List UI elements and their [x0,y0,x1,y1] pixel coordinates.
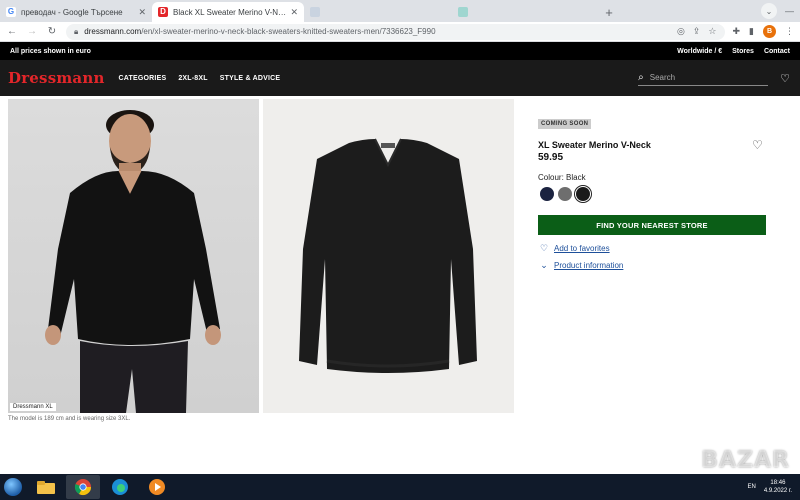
lock-icon[interactable]: 🔒︎ [74,27,78,37]
profile-avatar[interactable]: B [763,25,776,38]
product-photo-model[interactable]: Dressmann XL [8,99,259,413]
nav-categories[interactable]: CATEGORIES [119,75,167,82]
product-photo-flat[interactable] [263,99,514,413]
taskbar-edge[interactable] [103,475,137,499]
url-text[interactable]: dressmann.com/en/xl-sweater-merino-v-nec… [84,27,677,36]
window-controls: ⌄ — [761,0,800,22]
folder-icon [37,481,55,494]
favorites-heart-icon[interactable]: ♡ [780,72,790,85]
forward-arrow-icon[interactable]: → [26,26,38,37]
stores-link[interactable]: Stores [732,48,754,55]
search-icon: ⌕ [638,72,644,83]
watermark-logo: BAZAR [701,448,790,473]
product-information-label: Product information [554,261,624,270]
tab-background-2[interactable] [452,2,600,22]
swatch-grey[interactable] [558,187,572,201]
heart-icon: ♡ [539,243,549,253]
site-top-bar: All prices shown in euro Worldwide / € S… [0,42,800,60]
dressmann-favicon-icon: D [158,7,168,17]
google-favicon-icon: G [6,7,16,17]
clock-date: 4.9.2022 г. [763,488,792,494]
browser-tab-strip: G преводач - Google Търсене ✕ D Black XL… [0,0,800,22]
status-badge: COMING SOON [538,119,592,129]
browser-toolbar: ← → ↻ 🔒︎ dressmann.com/en/xl-sweater-mer… [0,22,800,42]
page-favicon-icon [458,7,468,17]
site-top-links: Worldwide / € Stores Contact [677,48,790,55]
share-icon[interactable]: ⇪ [693,26,701,37]
nav-style-advice[interactable]: STYLE & ADVICE [220,75,281,82]
photo-badge: Dressmann XL [10,403,56,411]
add-to-favorites-link[interactable]: ♡ Add to favorites [539,243,610,254]
product-information-link[interactable]: ⌄ Product information [539,260,623,271]
product-name: XL Sweater Merino V-Neck [538,140,651,150]
url-path: /en/xl-sweater-merino-v-neck-black-sweat… [141,27,436,36]
chrome-icon [74,479,92,496]
model-size-caption: The model is 189 cm and is wearing size … [8,416,131,422]
language-indicator[interactable]: EN [748,484,756,490]
omnibox-actions: ◎ ⇪ ☆ [677,26,716,37]
tab-title: преводач - Google Търсене [21,7,123,17]
colour-swatches [540,187,590,201]
nav-2xl-8xl[interactable]: 2XL-8XL [178,75,207,82]
extensions-icon[interactable]: ✚ [733,26,741,37]
chevron-down-icon: ⌄ [540,260,548,270]
windows-start-icon [4,478,22,496]
add-to-favorites-label: Add to favorites [554,244,610,253]
search-placeholder: Search [649,73,676,82]
bookmark-star-icon[interactable]: ☆ [708,26,716,37]
worldwide-selector[interactable]: Worldwide / € [677,48,722,55]
find-store-button[interactable]: FIND YOUR NEAREST STORE [538,215,766,235]
search-input[interactable]: ⌕ Search [638,70,769,86]
windows-taskbar: EN 18:46 4.9.2022 г. [0,474,800,500]
reload-icon[interactable]: ↻ [46,26,58,37]
start-button[interactable] [0,474,26,500]
site-header: Dressmann CATEGORIES 2XL-8XL STYLE & ADV… [0,60,800,96]
product-price: 59.95 [538,152,564,163]
taskbar-media[interactable] [140,475,174,499]
edge-icon [112,479,128,495]
contact-link[interactable]: Contact [764,48,790,55]
screenshot-root: G преводач - Google Търсене ✕ D Black XL… [0,0,800,500]
currency-notice: All prices shown in euro [10,47,91,55]
page-favicon-icon [310,7,320,17]
tab-dressmann-product[interactable]: D Black XL Sweater Merino V-Neck ✕ [152,2,304,22]
tab-search-icon[interactable]: ⌄ [761,3,777,19]
wishlist-heart-icon[interactable]: ♡ [752,138,763,152]
toolbar-icons: ✚ ▮ B ⋮ [733,25,794,38]
tab-background-1[interactable] [304,2,452,22]
menu-kebab-icon[interactable]: ⋮ [785,26,794,37]
tab-google-search[interactable]: G преводач - Google Търсене ✕ [0,2,152,22]
url-host: dressmann.com [84,27,142,36]
taskbar-chrome[interactable] [66,475,100,499]
google-lens-icon[interactable]: ◎ [677,26,685,37]
close-tab-icon[interactable]: ✕ [138,7,146,18]
clock[interactable]: 18:46 4.9.2022 г. [764,479,792,495]
taskbar-file-explorer[interactable] [29,475,63,499]
sweater-illustration [299,138,477,373]
address-bar[interactable]: 🔒︎ dressmann.com/en/xl-sweater-merino-v-… [66,23,725,40]
media-player-icon [149,479,165,495]
dressmann-logo[interactable]: Dressmann [8,69,105,87]
clock-time: 18:46 [770,480,786,486]
colour-label: Colour: Black [538,173,586,182]
swatch-black[interactable] [576,187,590,201]
side-panel-icon[interactable]: ▮ [749,26,754,37]
tab-title: Black XL Sweater Merino V-Neck [173,7,287,17]
minimize-icon[interactable]: — [785,6,794,16]
close-tab-icon[interactable]: ✕ [290,7,298,18]
new-tab-button[interactable]: + [600,2,618,22]
system-tray: EN 18:46 4.9.2022 г. [748,479,800,495]
back-arrow-icon[interactable]: ← [6,26,18,37]
swatch-navy[interactable] [540,187,554,201]
model-illustration [45,110,221,413]
